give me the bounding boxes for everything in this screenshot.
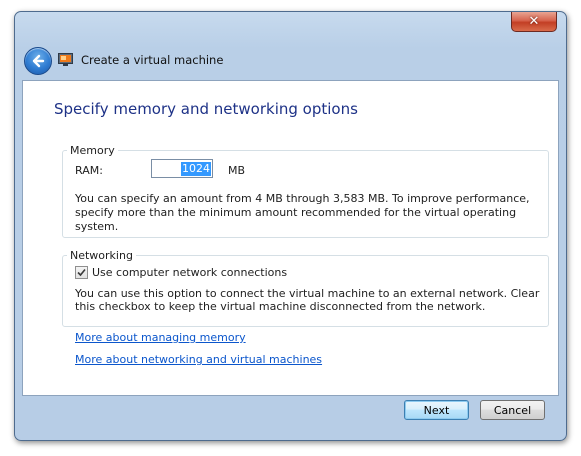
link-networking-vms[interactable]: More about networking and virtual machin… (75, 353, 322, 366)
ram-unit: MB (228, 164, 246, 177)
window-title: Create a virtual machine (81, 53, 224, 67)
virtual-machine-icon (58, 53, 73, 66)
close-button[interactable]: ✕ (511, 12, 557, 32)
button-footer (22, 395, 559, 433)
next-button[interactable]: Next (404, 400, 469, 420)
title-bar[interactable] (15, 12, 566, 48)
close-icon: ✕ (528, 14, 540, 29)
ram-label: RAM: (75, 164, 103, 177)
page-heading: Specify memory and networking options (54, 100, 358, 118)
network-checkbox-label[interactable]: Use computer network connections (92, 266, 287, 279)
networking-legend: Networking (70, 249, 133, 262)
memory-description: You can specify an amount from 4 MB thro… (75, 192, 530, 233)
cancel-button[interactable]: Cancel (480, 400, 545, 420)
ram-input[interactable]: 1024 (151, 159, 213, 178)
networking-description: You can use this option to connect the v… (75, 287, 540, 313)
network-checkbox-row[interactable]: Use computer network connections (75, 266, 287, 279)
content-panel (22, 80, 559, 396)
back-button[interactable] (24, 47, 52, 75)
network-checkbox[interactable] (75, 266, 88, 279)
back-arrow-icon (32, 54, 45, 68)
memory-legend: Memory (70, 144, 115, 157)
ram-value: 1024 (181, 161, 211, 176)
wizard-window: ✕ Create a virtual machine Specify memor… (14, 11, 567, 441)
link-managing-memory[interactable]: More about managing memory (75, 331, 246, 344)
checkmark-icon (77, 268, 86, 277)
